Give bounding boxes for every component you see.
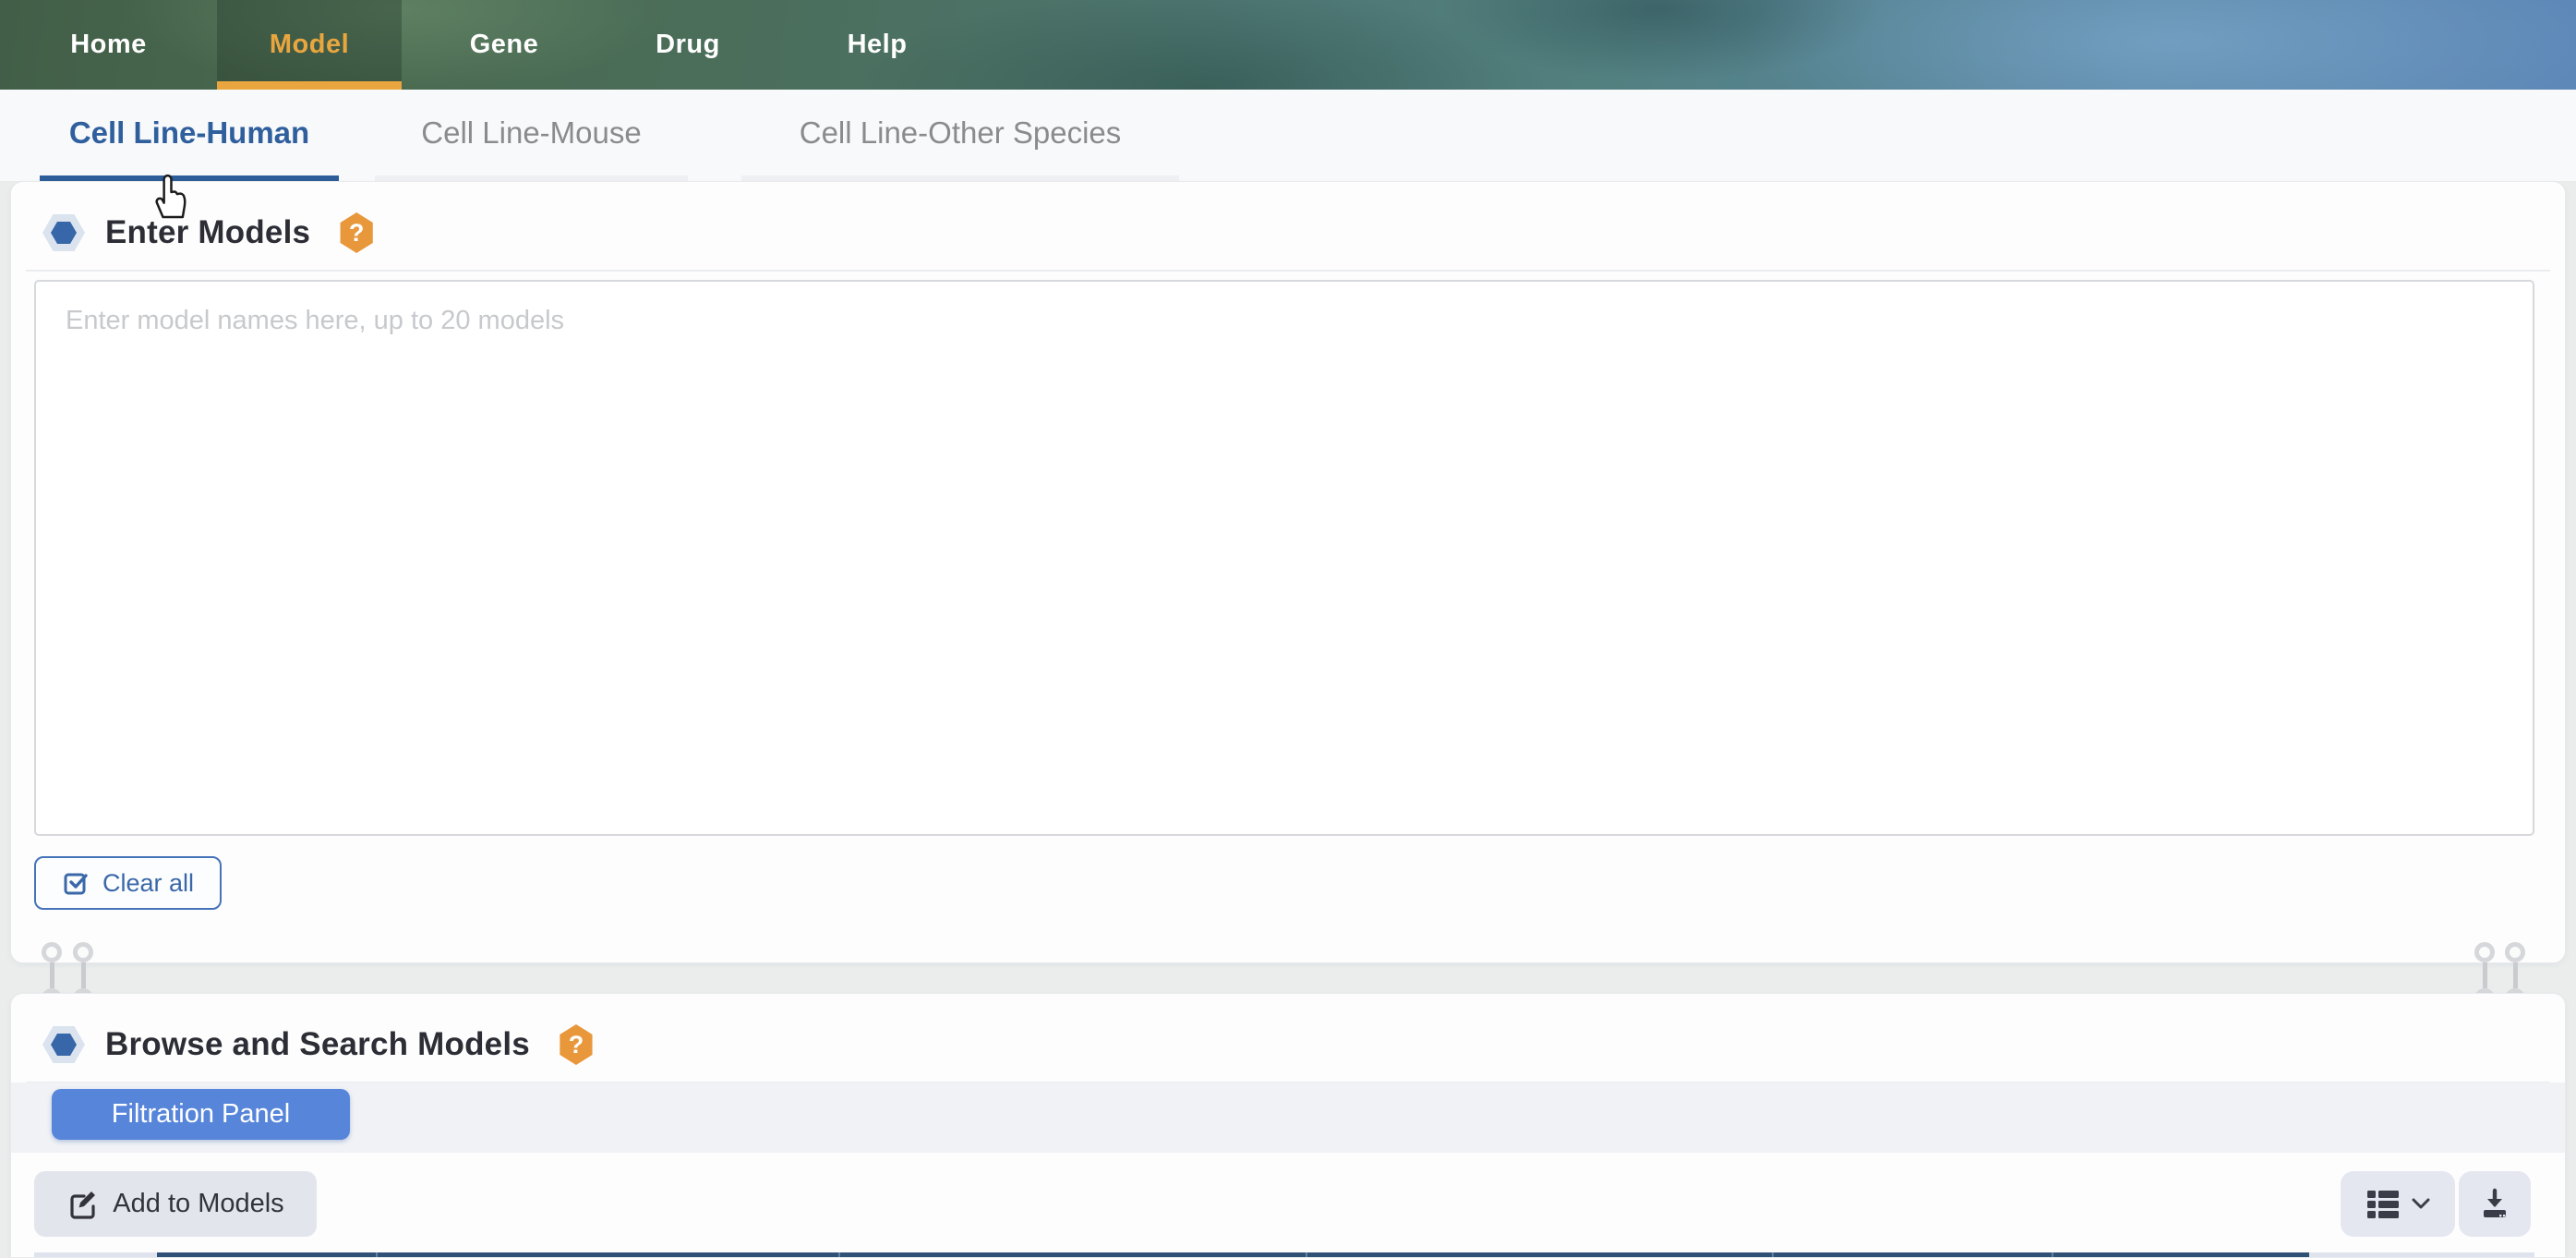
section-title: Browse and Search Models [105,1026,530,1063]
nav-active-underline [217,81,402,90]
model-names-input[interactable] [34,280,2534,836]
clear-all-icon [62,869,90,897]
nav-item-help[interactable]: Help [769,0,985,90]
nav-item-gene[interactable]: Gene [402,0,607,90]
nav-item-label: Drug [656,30,720,60]
help-glyph: ? [349,219,365,248]
view-mode-button[interactable] [2341,1171,2455,1237]
browse-search-panel: Browse and Search Models ? Filtration Pa… [10,993,2566,1258]
help-icon[interactable]: ? [338,212,375,253]
tab-cell-line-mouse[interactable]: Cell Line-Mouse [375,90,688,175]
tab-label: Cell Line-Mouse [421,115,641,151]
results-table-header [34,1252,2534,1258]
section-bullet-icon [42,1026,85,1063]
nav-item-home[interactable]: Home [0,0,217,90]
filtration-panel-button[interactable]: Filtration Panel [52,1089,350,1140]
nav-item-label: Home [70,30,147,60]
help-glyph: ? [569,1031,584,1059]
chevron-down-icon [2412,1198,2430,1211]
section-divider [26,270,2550,272]
download-button[interactable] [2459,1171,2531,1237]
species-tabs: Cell Line-Human Cell Line-Mouse Cell Lin… [0,90,2576,181]
tab-label: Cell Line-Other Species [800,115,1122,151]
add-to-models-button[interactable]: Add to Models [34,1171,317,1237]
download-icon [2478,1188,2511,1221]
clear-all-label: Clear all [102,869,194,898]
section-bullet-icon [42,214,85,251]
clear-all-button[interactable]: Clear all [34,856,222,910]
edit-square-icon [66,1189,98,1220]
section-bullet-core [51,1034,77,1056]
model-page: Home Model Gene Drug Help Cell Line-Huma… [0,0,2576,1258]
nav-item-label: Model [270,30,349,60]
nav-item-label: Help [848,30,908,60]
table-view-icon [2365,1188,2401,1221]
nav-item-label: Gene [470,30,539,60]
tab-cell-line-human[interactable]: Cell Line-Human [40,90,339,175]
filter-toolbar [11,1083,2565,1153]
tab-label: Cell Line-Human [69,115,309,151]
enter-models-header: Enter Models ? [11,200,375,265]
section-title: Enter Models [105,214,310,251]
top-navigation: Home Model Gene Drug Help [0,0,2576,90]
help-icon[interactable]: ? [558,1024,595,1065]
add-to-models-label: Add to Models [113,1189,283,1219]
nav-item-drug[interactable]: Drug [607,0,769,90]
nav-item-model[interactable]: Model [217,0,402,90]
browse-search-header: Browse and Search Models ? [11,1012,595,1077]
enter-models-panel: Enter Models ? Clear all [10,181,2566,963]
tab-cell-line-other-species[interactable]: Cell Line-Other Species [741,90,1179,175]
section-bullet-core [51,222,77,244]
